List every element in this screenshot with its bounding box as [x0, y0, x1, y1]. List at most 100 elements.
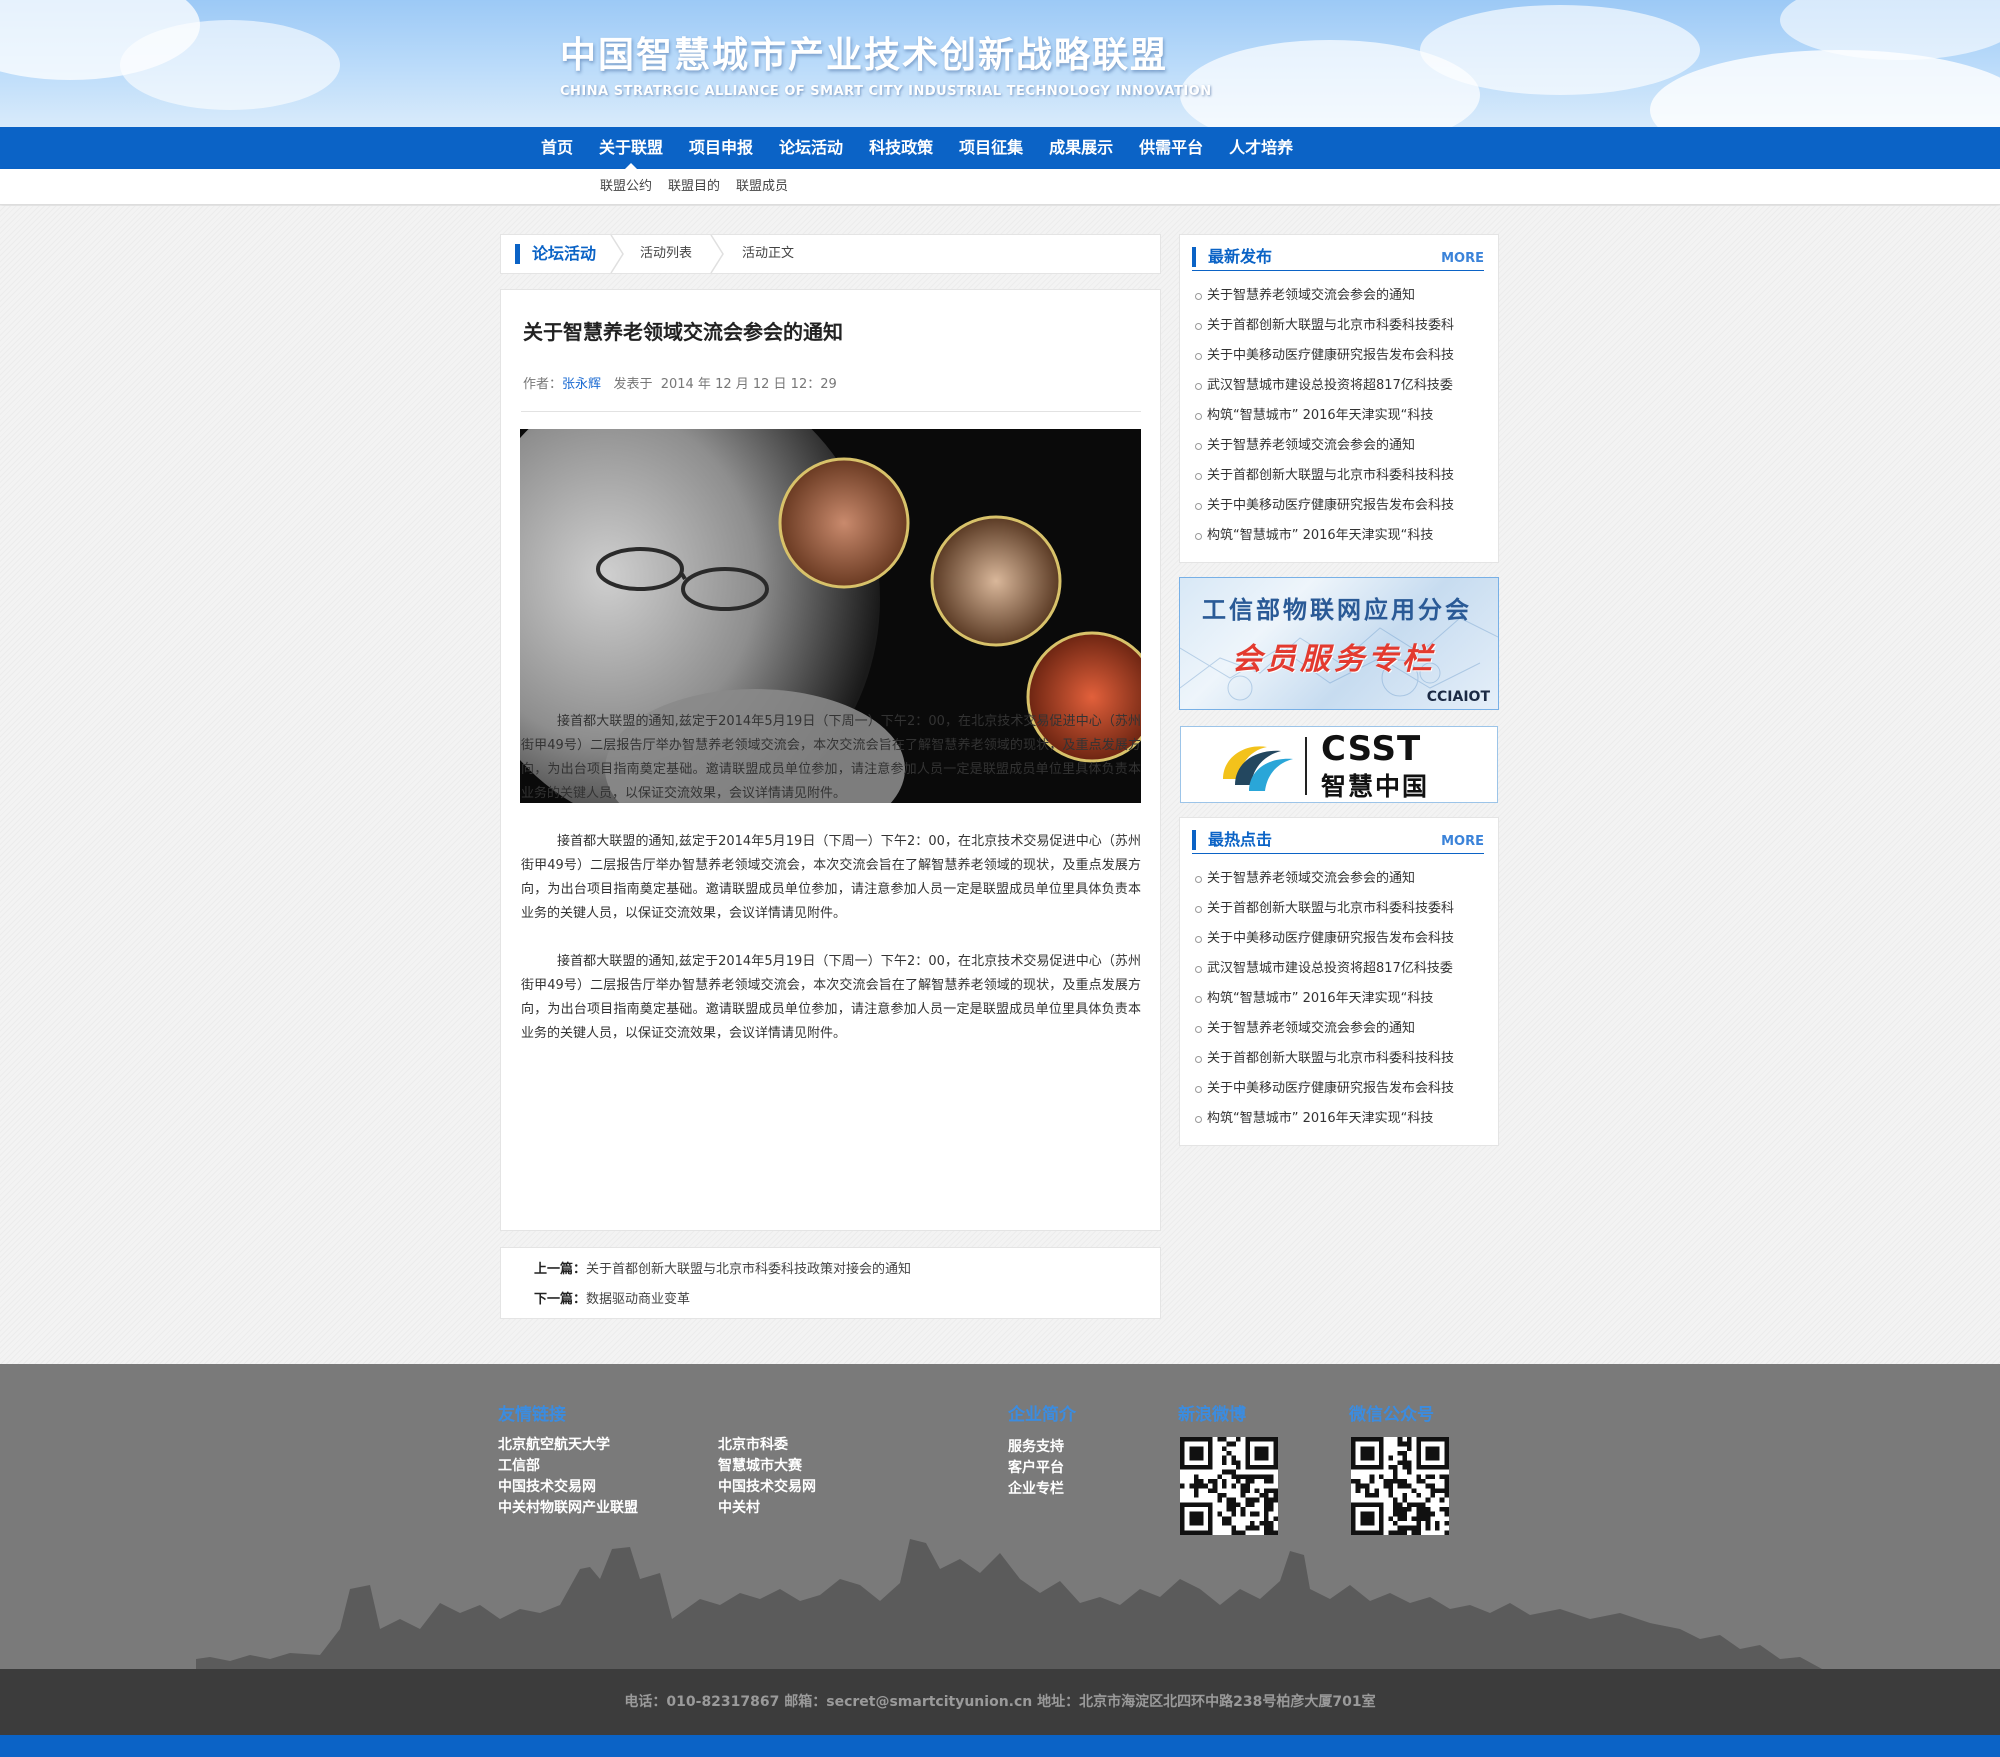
- hot-title: 最热点击: [1192, 830, 1272, 850]
- site-footer: 友情链接 北京航空航天大学 工信部 中国技术交易网 中关村物联网产业联盟 北京市科委智…: [0, 1364, 2000, 1669]
- divider: [521, 411, 1141, 412]
- list-item[interactable]: 关于首都创新大联盟与北京市科委科技科技: [1195, 1044, 1485, 1074]
- breadcrumb-item-list[interactable]: 活动列表: [640, 235, 692, 273]
- published-label: 发表于: [613, 377, 653, 392]
- hot-panel: 最热点击 MORE 关于智慧养老领域交流会参会的通知 关于首都创新大联盟与北京市科…: [1179, 817, 1499, 1146]
- next-label: 下一篇：: [534, 1292, 587, 1307]
- csst-brand: CSST: [1321, 729, 1422, 769]
- cloud-decoration: [1420, 5, 1700, 95]
- article-title: 关于智慧养老领域交流会参会的通知: [523, 320, 843, 344]
- list-item[interactable]: 关于首都创新大联盟与北京市科委科技科技: [1195, 461, 1485, 491]
- list-item[interactable]: 武汉智慧城市建设总投资将超817亿科技委: [1195, 371, 1485, 401]
- prev-next-panel: 上一篇：关于首都创新大联盟与北京市科委科技政策对接会的通知 下一篇：数据驱动商业…: [500, 1247, 1161, 1319]
- list-item[interactable]: 关于中美移动医疗健康研究报告发布会科技: [1195, 341, 1485, 371]
- list-item[interactable]: 构筑“智慧城市” 2016年天津实现“科技: [1195, 984, 1485, 1014]
- nav-item[interactable]: 项目申报: [676, 127, 766, 169]
- latest-title: 最新发布: [1192, 247, 1272, 267]
- nav-item[interactable]: 首页: [528, 127, 586, 169]
- weibo-title: 新浪微博: [1178, 1405, 1246, 1425]
- list-item[interactable]: 关于中美移动医疗健康研究报告发布会科技: [1195, 491, 1485, 521]
- weibo-qr-code[interactable]: [1180, 1437, 1278, 1535]
- nav-item[interactable]: 供需平台: [1126, 127, 1216, 169]
- wechat-title: 微信公众号: [1349, 1405, 1434, 1425]
- nav-item[interactable]: 项目征集: [946, 127, 1036, 169]
- company-title: 企业简介: [1008, 1405, 1076, 1425]
- list-item[interactable]: 关于智慧养老领域交流会参会的通知: [1195, 864, 1485, 894]
- site-subtitle: CHINA STRATRGIC ALLIANCE OF SMART CITY I…: [560, 84, 1212, 99]
- list-item[interactable]: 关于智慧养老领域交流会参会的通知: [1195, 281, 1485, 311]
- contact-bar: 电话：010-82317867 邮箱：secret@smartcityunion…: [0, 1669, 2000, 1735]
- footer-link[interactable]: 中关村物联网产业联盟: [498, 1497, 638, 1517]
- list-item[interactable]: 关于智慧养老领域交流会参会的通知: [1195, 1014, 1485, 1044]
- cloud-decoration: [1650, 50, 2000, 127]
- list-item[interactable]: 关于中美移动医疗健康研究报告发布会科技: [1195, 1074, 1485, 1104]
- list-item[interactable]: 关于智慧养老领域交流会参会的通知: [1195, 431, 1485, 461]
- prev-article[interactable]: 上一篇：关于首都创新大联盟与北京市科委科技政策对接会的通知: [534, 1258, 911, 1277]
- article-paragraph: 接首都大联盟的通知,兹定于2014年5月19日（下周一）下午2：00，在北京技术…: [521, 714, 1141, 801]
- footer-link[interactable]: 中国技术交易网: [498, 1476, 596, 1496]
- breadcrumb-separator-icon: [610, 235, 624, 273]
- footer-link[interactable]: 工信部: [498, 1455, 540, 1475]
- csst-banner[interactable]: CSST 智慧中国: [1180, 726, 1498, 803]
- latest-panel: 最新发布 MORE 关于智慧养老领域交流会参会的通知 关于首都创新大联盟与北京市科…: [1179, 234, 1499, 563]
- banner-line1: 工信部物联网应用分会: [1202, 595, 1472, 624]
- breadcrumb-item-current: 活动正文: [742, 246, 795, 261]
- next-link[interactable]: 数据驱动商业变革: [586, 1292, 690, 1307]
- prev-label: 上一篇：: [534, 1262, 587, 1277]
- nav-item[interactable]: 科技政策: [856, 127, 946, 169]
- footer-link[interactable]: 客户平台: [1008, 1457, 1064, 1477]
- article-meta: 作者：张永辉 发表于 2014 年 12 月 12 日 12：29: [523, 373, 837, 392]
- footer-link[interactable]: 智慧城市大赛: [718, 1455, 802, 1475]
- list-item[interactable]: 构筑“智慧城市” 2016年天津实现“科技: [1195, 401, 1485, 431]
- nav-item[interactable]: 成果展示: [1036, 127, 1126, 169]
- footer-link[interactable]: 北京市科委: [718, 1434, 788, 1454]
- breadcrumb-separator-icon: [710, 235, 724, 273]
- divider: [1305, 737, 1307, 795]
- list-item[interactable]: 构筑“智慧城市” 2016年天津实现“科技: [1195, 521, 1485, 551]
- nav-item[interactable]: 论坛活动: [766, 127, 856, 169]
- footer-link[interactable]: 北京航空航天大学: [498, 1434, 610, 1454]
- next-article[interactable]: 下一篇：数据驱动商业变革: [534, 1288, 690, 1307]
- hot-more-link[interactable]: MORE: [1441, 834, 1484, 849]
- site-header: 中国智慧城市产业技术创新战略联盟 CHINA STRATRGIC ALLIANC…: [0, 0, 2000, 127]
- friend-links-title: 友情链接: [498, 1405, 566, 1425]
- list-item[interactable]: 构筑“智慧城市” 2016年天津实现“科技: [1195, 1104, 1485, 1134]
- csst-slogan: 智慧中国: [1321, 772, 1430, 801]
- latest-more-link[interactable]: MORE: [1441, 251, 1484, 266]
- footer-link[interactable]: 中关村: [718, 1497, 760, 1517]
- published-date: 2014 年 12 月 12 日 12：29: [660, 377, 837, 392]
- nav-item[interactable]: 人才培养: [1216, 127, 1306, 169]
- wechat-qr-code[interactable]: [1351, 1437, 1449, 1535]
- hot-list: 关于智慧养老领域交流会参会的通知 关于首都创新大联盟与北京市科委科技委科 关于中美移…: [1195, 864, 1485, 1134]
- article-panel: 关于智慧养老领域交流会参会的通知 作者：张永辉 发表于 2014 年 12 月 …: [500, 289, 1161, 1231]
- subnav-item[interactable]: 联盟公约: [592, 169, 660, 205]
- banner-line2: 会员服务专栏: [1232, 642, 1436, 677]
- list-item[interactable]: 关于中美移动医疗健康研究报告发布会科技: [1195, 924, 1485, 954]
- list-item[interactable]: 武汉智慧城市建设总投资将超817亿科技委: [1195, 954, 1485, 984]
- author-link[interactable]: 张永辉: [562, 377, 601, 392]
- city-skyline-illustration: [196, 1539, 1822, 1669]
- article-paragraph: 接首都大联盟的通知,兹定于2014年5月19日（下周一）下午2：00，在北京技术…: [521, 954, 1141, 1041]
- subnav-item[interactable]: 联盟成员: [728, 169, 796, 205]
- latest-list: 关于智慧养老领域交流会参会的通知 关于首都创新大联盟与北京市科委科技委科 关于中美移…: [1195, 281, 1485, 551]
- footer-link[interactable]: 企业专栏: [1008, 1478, 1064, 1498]
- footer-link[interactable]: 服务支持: [1008, 1436, 1064, 1456]
- list-item[interactable]: 关于首都创新大联盟与北京市科委科技委科: [1195, 894, 1485, 924]
- breadcrumb: 论坛活动 活动列表 活动正文: [500, 234, 1161, 274]
- footer-link[interactable]: 中国技术交易网: [718, 1476, 816, 1496]
- cloud-decoration: [120, 20, 340, 110]
- latest-header: 最新发布 MORE: [1192, 247, 1484, 271]
- contact-info: 电话：010-82317867 邮箱：secret@smartcityunion…: [624, 1694, 1376, 1710]
- hot-header: 最热点击 MORE: [1192, 830, 1484, 854]
- site-title[interactable]: 中国智慧城市产业技术创新战略联盟: [560, 26, 1168, 78]
- sub-nav: 联盟公约 联盟目的 联盟成员: [0, 169, 2000, 205]
- csst-logo-icon: [1223, 746, 1293, 791]
- prev-link[interactable]: 关于首都创新大联盟与北京市科委科技政策对接会的通知: [586, 1262, 911, 1277]
- author-label: 作者：: [523, 377, 563, 392]
- cciaiot-member-banner[interactable]: 工信部物联网应用分会 会员服务专栏 CCIAIOT: [1179, 577, 1499, 710]
- article-paragraph: 接首都大联盟的通知,兹定于2014年5月19日（下周一）下午2：00，在北京技术…: [521, 834, 1141, 921]
- list-item[interactable]: 关于首都创新大联盟与北京市科委科技委科: [1195, 311, 1485, 341]
- subnav-item[interactable]: 联盟目的: [660, 169, 728, 205]
- breadcrumb-section[interactable]: 论坛活动: [515, 244, 596, 264]
- nav-item[interactable]: 关于联盟: [586, 127, 676, 170]
